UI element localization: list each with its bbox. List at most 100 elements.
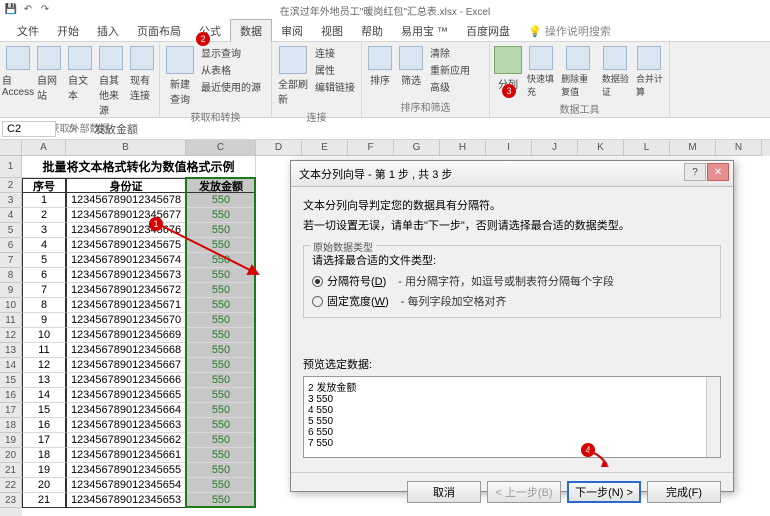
tab-home[interactable]: 开始 [48,20,88,42]
cell[interactable]: 序号 [22,178,66,193]
btn-kuaisu[interactable]: 快速填充 [525,44,556,100]
cell[interactable]: 123456789012345665 [66,388,186,403]
name-box[interactable]: C2 [2,121,56,137]
cell[interactable]: 123456789012345662 [66,433,186,448]
row-header[interactable]: 12 [0,328,22,343]
cell[interactable]: 123456789012345667 [66,358,186,373]
close-icon[interactable]: ✕ [707,163,729,181]
cell[interactable]: 123456789012345666 [66,373,186,388]
col-header[interactable]: I [486,140,532,156]
select-all-corner[interactable] [0,140,22,156]
row-header[interactable]: 10 [0,298,22,313]
btn-hebing[interactable]: 合并计算 [634,44,665,100]
cell[interactable]: 19 [22,463,66,478]
tab-view[interactable]: 视图 [312,20,352,42]
col-header[interactable]: H [440,140,486,156]
btn-shanchu[interactable]: 删除重复值 [559,44,597,100]
radio-fixed[interactable]: 固定宽度(W) - 每列字段加空格对齐 [312,291,712,311]
btn-access[interactable]: 自 Access [4,44,32,100]
cell[interactable]: 123456789012345661 [66,448,186,463]
cell[interactable]: 123456789012345673 [66,268,186,283]
btn-newquery[interactable]: 新建 查询 [164,44,196,108]
row-header[interactable]: 7 [0,253,22,268]
cell[interactable]: 4 [22,238,66,253]
tab-baidu[interactable]: 百度网盘 [457,20,519,42]
col-header[interactable]: J [532,140,578,156]
btn-existing[interactable]: 现有连接 [128,44,156,104]
cell[interactable]: 550 [186,343,256,358]
save-icon[interactable]: 💾 [4,2,18,16]
cell[interactable]: 550 [186,358,256,373]
cell[interactable]: 9 [22,313,66,328]
btn-refresh[interactable]: 全部刷新 [276,44,310,108]
btn-web[interactable]: 自网站 [35,44,63,104]
cell[interactable]: 123456789012345677 [66,208,186,223]
cell[interactable]: 123456789012345675 [66,238,186,253]
row-header[interactable]: 9 [0,283,22,298]
cell[interactable]: 550 [186,388,256,403]
cell[interactable]: 1 [22,193,66,208]
tab-layout[interactable]: 页面布局 [128,20,190,42]
row-header[interactable]: 4 [0,208,22,223]
cell[interactable]: 550 [186,373,256,388]
col-header[interactable]: G [394,140,440,156]
row-header[interactable]: 22 [0,478,22,493]
row-header[interactable]: 16 [0,388,22,403]
row-header[interactable]: 11 [0,313,22,328]
btn-text[interactable]: 自文本 [66,44,94,104]
cell[interactable]: 16 [22,418,66,433]
cell[interactable]: 550 [186,328,256,343]
row-header[interactable]: 14 [0,358,22,373]
col-header[interactable]: K [578,140,624,156]
btn-showquery[interactable]: 显示查询 [199,44,263,61]
cell[interactable]: 6 [22,268,66,283]
cell[interactable]: 550 [186,403,256,418]
redo-icon[interactable]: ↷ [38,2,52,16]
row-header[interactable]: 21 [0,463,22,478]
cell[interactable]: 14 [22,388,66,403]
cell[interactable]: 550 [186,193,256,208]
cell[interactable]: 550 [186,298,256,313]
cell[interactable]: 123456789012345654 [66,478,186,493]
btn-sort[interactable]: 排序 [366,44,394,89]
cell[interactable]: 15 [22,403,66,418]
cell[interactable]: 550 [186,238,256,253]
cell[interactable]: 550 [186,463,256,478]
cell[interactable]: 21 [22,493,66,508]
btn-filter[interactable]: 筛选 [397,44,425,89]
col-header[interactable]: M [670,140,716,156]
cell[interactable]: 13 [22,373,66,388]
tell-me[interactable]: 💡 操作说明搜索 [519,20,620,42]
tab-review[interactable]: 审阅 [272,20,312,42]
row-header[interactable]: 1 [0,156,22,178]
cell[interactable]: 身份证 [66,178,186,193]
cell[interactable]: 123456789012345676 [66,223,186,238]
formula-input[interactable]: 发放金额 [90,120,770,138]
cell[interactable]: 2 [22,208,66,223]
btn-yanzheng[interactable]: 数据验证 [600,44,631,100]
cell[interactable]: 550 [186,268,256,283]
row-header[interactable]: 6 [0,238,22,253]
col-header[interactable]: F [348,140,394,156]
title-cell[interactable]: 批量将文本格式转化为数值格式示例 [22,156,256,178]
row-header[interactable]: 3 [0,193,22,208]
cell[interactable]: 5 [22,253,66,268]
row-header[interactable]: 20 [0,448,22,463]
tab-insert[interactable]: 插入 [88,20,128,42]
dialog-titlebar[interactable]: 文本分列向导 - 第 1 步 , 共 3 步 ?✕ [291,161,733,187]
btn-recent[interactable]: 最近使用的源 [199,78,263,95]
cell[interactable]: 550 [186,223,256,238]
cell[interactable]: 550 [186,283,256,298]
row-header[interactable]: 8 [0,268,22,283]
cell[interactable]: 发放金额 [186,178,256,193]
row-header[interactable]: 2 [0,178,22,193]
cell[interactable]: 20 [22,478,66,493]
cell[interactable]: 8 [22,298,66,313]
row-header[interactable]: 19 [0,433,22,448]
row-header[interactable]: 5 [0,223,22,238]
cell[interactable]: 123456789012345668 [66,343,186,358]
cell[interactable]: 123456789012345664 [66,403,186,418]
row-header[interactable]: 23 [0,493,22,508]
row-header[interactable]: 13 [0,343,22,358]
cell[interactable]: 11 [22,343,66,358]
